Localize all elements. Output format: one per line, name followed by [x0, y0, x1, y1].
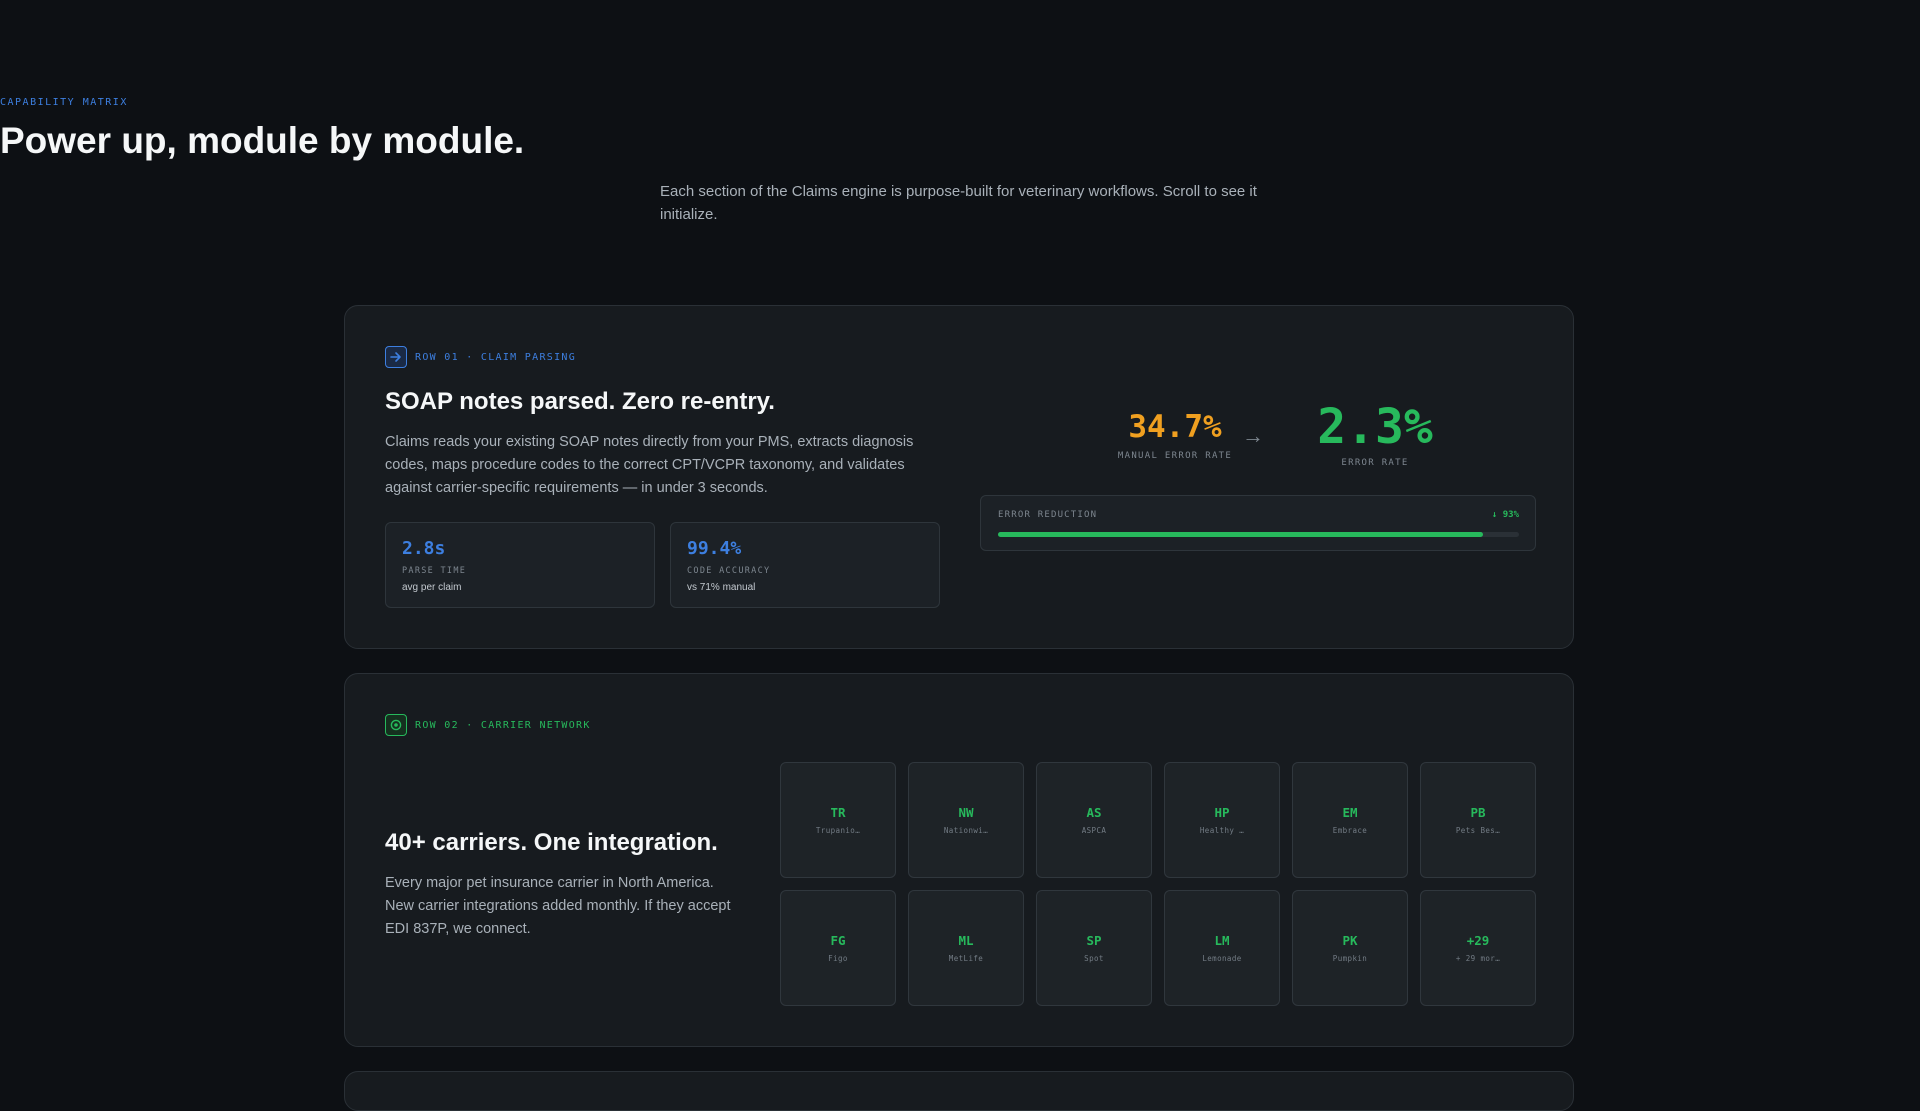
- carrier-tile[interactable]: SP Spot: [1036, 890, 1152, 1006]
- carrier-abbreviation: PK: [1342, 933, 1358, 948]
- carrier-name: + 29 mor…: [1455, 954, 1501, 963]
- carrier-abbreviation: NW: [958, 805, 974, 820]
- error-reduction-panel: ERROR REDUCTION ↓ 93%: [980, 495, 1536, 551]
- carrier-name: Figo: [828, 954, 848, 963]
- carrier-abbreviation: FG: [830, 933, 846, 948]
- carrier-abbreviation: +29: [1466, 933, 1490, 948]
- carrier-tile[interactable]: NW Nationwi…: [908, 762, 1024, 878]
- carrier-network-card: ROW 02 · CARRIER NETWORK 40+ carriers. O…: [344, 673, 1574, 1047]
- carrier-name: Pets Bes…: [1455, 826, 1501, 835]
- error-reduction-label: ERROR REDUCTION: [998, 510, 1098, 520]
- carrier-grid: TR Trupanio… NW Nationwi… AS ASPCA HP Healthy ……: [780, 762, 1536, 1006]
- section-description: Every major pet insurance carrier in Nor…: [385, 875, 731, 937]
- manual-error-rate-label: MANUAL ERROR RATE: [1117, 451, 1233, 461]
- carrier-abbreviation: AS: [1086, 805, 1102, 820]
- carrier-name: Lemonade: [1202, 954, 1242, 963]
- stat-value: 2.8s: [402, 538, 446, 559]
- carrier-tile[interactable]: FG Figo: [780, 890, 896, 1006]
- arrow-right-icon: →: [1242, 423, 1264, 448]
- stat-label: PARSE TIME: [402, 566, 467, 576]
- stat-note: vs 71% manual: [687, 582, 756, 593]
- stat-value: 99.4%: [687, 538, 742, 559]
- carrier-name: Trupanio…: [815, 826, 861, 835]
- stat-note: avg per claim: [402, 582, 462, 593]
- page-title: Power up, module by module.: [0, 120, 525, 161]
- carrier-tile[interactable]: LM Lemonade: [1164, 890, 1280, 1006]
- carrier-abbreviation: PB: [1470, 805, 1486, 820]
- row-tag: ROW 01 · CLAIM PARSING: [385, 346, 576, 368]
- carrier-abbreviation: EM: [1342, 805, 1358, 820]
- stat-card-code-accuracy: 99.4% CODE ACCURACY vs 71% manual: [670, 522, 940, 608]
- carrier-name: Healthy …: [1199, 826, 1245, 835]
- carrier-tile[interactable]: EM Embrace: [1292, 762, 1408, 878]
- stat-label: CODE ACCURACY: [687, 566, 771, 576]
- error-rate-label: ERROR RATE: [1341, 458, 1409, 468]
- carrier-tile[interactable]: HP Healthy …: [1164, 762, 1280, 878]
- carrier-name: Pumpkin: [1332, 954, 1368, 963]
- section-description: Claims reads your existing SOAP notes di…: [385, 434, 914, 496]
- carrier-tile[interactable]: PB Pets Bes…: [1420, 762, 1536, 878]
- carrier-name: MetLife: [948, 954, 984, 963]
- row-tag: ROW 02 · CARRIER NETWORK: [385, 714, 591, 736]
- carrier-abbreviation: SP: [1086, 933, 1102, 948]
- carrier-tile[interactable]: AS ASPCA: [1036, 762, 1152, 878]
- next-section-card: [344, 1071, 1574, 1111]
- progress-fill: [998, 532, 1483, 537]
- carrier-abbreviation: ML: [958, 933, 974, 948]
- carrier-tile[interactable]: PK Pumpkin: [1292, 890, 1408, 1006]
- claim-parsing-card: ROW 01 · CLAIM PARSING SOAP notes parsed…: [344, 305, 1574, 649]
- carrier-name: Spot: [1084, 954, 1104, 963]
- carrier-tile[interactable]: TR Trupanio…: [780, 762, 896, 878]
- section-heading: 40+ carriers. One integration.: [385, 829, 718, 856]
- section-eyebrow: CAPABILITY MATRIX: [0, 97, 128, 108]
- carrier-name: Embrace: [1332, 826, 1368, 835]
- carrier-tile[interactable]: +29 + 29 mor…: [1420, 890, 1536, 1006]
- carrier-abbreviation: HP: [1214, 805, 1230, 820]
- page-subtitle: Each section of the Claims engine is pur…: [660, 183, 1257, 223]
- carrier-name: ASPCA: [1081, 826, 1107, 835]
- carrier-abbreviation: LM: [1214, 933, 1230, 948]
- target-icon: [385, 714, 407, 736]
- carrier-name: Nationwi…: [943, 826, 989, 835]
- manual-error-rate-value: 34.7%: [1128, 409, 1222, 445]
- row-label: ROW 01 · CLAIM PARSING: [415, 351, 577, 363]
- arrow-right-icon: [385, 346, 407, 368]
- progress-track: [998, 532, 1519, 537]
- carrier-abbreviation: TR: [830, 805, 846, 820]
- stat-card-parse-time: 2.8s PARSE TIME avg per claim: [385, 522, 655, 608]
- section-heading: SOAP notes parsed. Zero re-entry.: [385, 388, 775, 415]
- error-reduction-value: ↓ 93%: [1491, 510, 1519, 520]
- error-rate-value: 2.3%: [1317, 399, 1433, 455]
- carrier-tile[interactable]: ML MetLife: [908, 890, 1024, 1006]
- row-label: ROW 02 · CARRIER NETWORK: [415, 719, 591, 731]
